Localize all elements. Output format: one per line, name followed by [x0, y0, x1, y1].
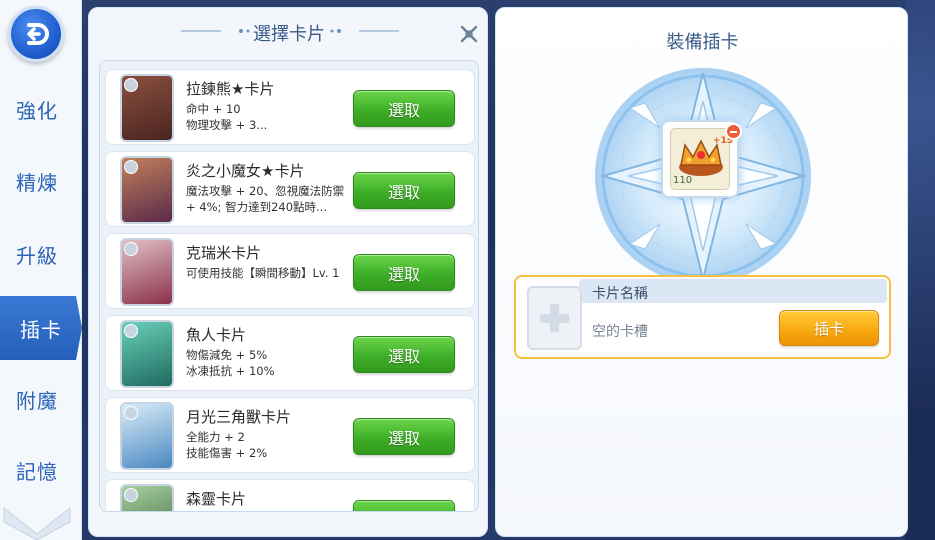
nav-item-label: 記憶 [16, 459, 58, 484]
card-slot-badge-icon [124, 242, 138, 256]
select-button[interactable]: 選取 [353, 172, 455, 209]
list-item[interactable]: 炎之小魔女★卡片 魔法攻擊 + 20、忽視魔法防禦 + 4%; 智力達到240點… [105, 151, 475, 227]
list-item[interactable]: 月光三角獸卡片 全能力 + 2 技能傷害 + 2% 選取 [105, 397, 475, 473]
card-description: 物傷減免 + 5% 冰凍抵抗 + 10% [186, 348, 275, 378]
nav-item-refine[interactable]: 精煉 [0, 149, 74, 213]
select-button[interactable]: 選取 [353, 90, 455, 127]
plus-icon [540, 304, 569, 332]
select-button[interactable]: 選取 [353, 336, 455, 373]
equip-card-panel: 裝備插卡 +15 110 卡片名稱 空的卡槽 插卡 [495, 7, 908, 537]
nav-item-upgrade[interactable]: 升級 [0, 222, 74, 286]
card-description: 魔法攻擊 + 20、忽視魔法防禦 + 4%; 智力達到240點時... [186, 184, 345, 214]
card-description: 可使用技能【瞬間移動】Lv. 1 [186, 266, 340, 280]
slot-card-name: 卡片名稱 [592, 286, 648, 302]
list-item[interactable]: 克瑞米卡片 可使用技能【瞬間移動】Lv. 1 選取 [105, 233, 475, 309]
card-thumbnail [120, 156, 174, 224]
card-name: 魚人卡片 [186, 326, 247, 344]
select-button[interactable]: 選取 [353, 418, 455, 455]
card-thumbnail [120, 484, 174, 511]
nav-item-label: 升級 [16, 243, 58, 268]
chevron-down-icon [3, 506, 71, 540]
nav-item-label: 精煉 [16, 170, 58, 195]
card-slot-badge-icon [124, 406, 138, 420]
equipment-level: 110 [673, 175, 693, 186]
nav-item-label: 插卡 [20, 317, 62, 342]
select-button[interactable]: 選取 [353, 254, 455, 291]
side-nav: 強化 精煉 升級 插卡 附魔 記憶 [0, 0, 82, 540]
nav-item-enchant[interactable]: 附魔 [0, 367, 74, 431]
back-arrow-icon [27, 23, 49, 45]
card-thumbnail [120, 320, 174, 388]
back-button[interactable] [8, 6, 64, 62]
nav-item-card-insert[interactable]: 插卡 [0, 296, 82, 360]
equipment-slot[interactable]: +15 110 [661, 120, 742, 198]
nav-scroll-more[interactable] [0, 488, 74, 540]
panel-title: 選擇卡片 [253, 24, 325, 45]
close-icon[interactable] [459, 24, 479, 44]
card-slot-badge-icon [124, 488, 138, 502]
card-slot-badge-icon [124, 78, 138, 92]
card-description: 全能力 + 2 技能傷害 + 2% [186, 430, 268, 460]
nav-item-enhance[interactable]: 強化 [0, 77, 74, 141]
insert-card-button[interactable]: 插卡 [779, 310, 879, 346]
card-name: 拉鍊熊★卡片 [186, 80, 275, 98]
card-thumbnail [120, 74, 174, 142]
nav-item-label: 強化 [16, 98, 58, 123]
card-list[interactable]: 拉鍊熊★卡片 命中 + 10 物理攻擊 + 3... 選取 炎之小魔女★卡片 魔… [99, 60, 479, 512]
card-thumbnail [120, 402, 174, 470]
empty-slot-label: 空的卡槽 [592, 324, 648, 340]
card-name: 森靈卡片 [186, 490, 247, 508]
list-item[interactable]: 森靈卡片 選取 [105, 479, 475, 511]
list-item[interactable]: 拉鍊熊★卡片 命中 + 10 物理攻擊 + 3... 選取 [105, 69, 475, 145]
panel-title: 裝備插卡 [666, 32, 739, 53]
card-name: 炎之小魔女★卡片 [186, 162, 305, 180]
card-name: 克瑞米卡片 [186, 244, 262, 262]
card-slot-badge-icon [124, 324, 138, 338]
card-slot-badge-icon [124, 160, 138, 174]
title-ornament-right-icon [330, 25, 399, 37]
card-slot: 卡片名稱 空的卡槽 插卡 [514, 275, 891, 359]
nav-item-label: 附魔 [16, 388, 58, 413]
night-sky-background [905, 0, 935, 540]
card-select-panel: 選擇卡片 拉鍊熊★卡片 命中 + 10 物理攻擊 + 3... 選取 炎之小魔女… [88, 7, 488, 537]
card-description: 命中 + 10 物理攻擊 + 3... [186, 102, 268, 132]
card-name: 月光三角獸卡片 [186, 408, 292, 426]
select-button[interactable]: 選取 [353, 500, 455, 511]
card-thumbnail [120, 238, 174, 306]
empty-slot-box [527, 286, 582, 350]
remove-equipment-icon[interactable] [725, 123, 742, 140]
list-item[interactable]: 魚人卡片 物傷減免 + 5% 冰凍抵抗 + 10% 選取 [105, 315, 475, 391]
